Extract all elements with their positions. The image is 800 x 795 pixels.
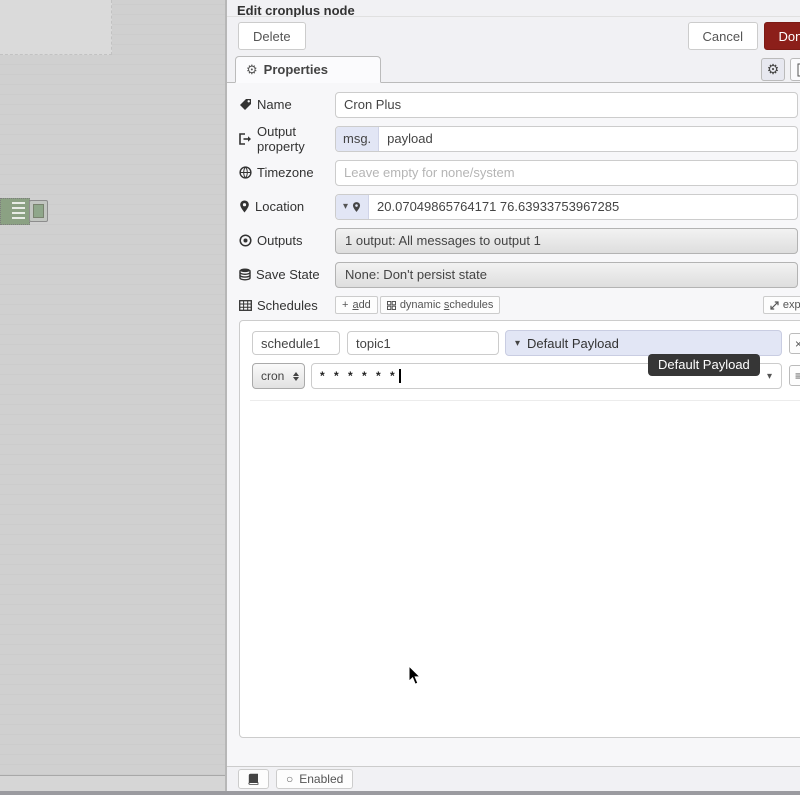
node-help-button[interactable] (238, 769, 269, 789)
schedule-row-separator (250, 400, 800, 401)
delete-button[interactable]: Delete (238, 22, 306, 50)
node-settings-button[interactable]: ⚙ (761, 58, 785, 81)
chevron-down-icon[interactable]: ▾ (762, 371, 777, 382)
document-icon (797, 63, 800, 77)
schedule-type-select[interactable]: cron (252, 363, 305, 389)
sort-handle-button[interactable]: ≡ (789, 365, 800, 386)
book-icon (248, 773, 259, 785)
name-label: Name (239, 97, 335, 112)
location-row: Location ▾ (239, 194, 798, 219)
expand-button[interactable]: expand (763, 296, 800, 314)
location-input[interactable] (369, 195, 797, 219)
typed-input-type-button[interactable]: msg. (336, 127, 379, 151)
schedule-type-value: cron (261, 369, 284, 383)
map-marker-icon (239, 200, 250, 213)
outputs-label: Outputs (239, 233, 335, 248)
map-marker-icon (352, 201, 361, 213)
timezone-input[interactable] (336, 161, 797, 185)
mouse-cursor (408, 666, 422, 686)
add-schedule-button[interactable]: + add (335, 296, 378, 314)
close-icon: × (795, 337, 800, 351)
name-row: Name (239, 92, 798, 117)
sign-out-icon (239, 133, 252, 145)
msg-prefix: msg. (343, 131, 371, 146)
dynamic-schedules-button[interactable]: dynamic schedules (380, 296, 501, 314)
toggle-circle-icon: ○ (286, 772, 293, 786)
tab-properties-label: Properties (264, 62, 328, 77)
output-property-input[interactable] (379, 127, 797, 151)
outputs-row: Outputs 1 output: All messages to output… (239, 228, 798, 253)
enabled-toggle-button[interactable]: ○ Enabled (276, 769, 353, 789)
name-field (335, 92, 798, 118)
timezone-field (335, 160, 798, 186)
chevron-down-icon: ▾ (515, 338, 520, 349)
enabled-label: Enabled (299, 772, 343, 786)
schedules-container: ▾ Default Payload × cron * * * * * * ▾ ≡… (239, 320, 800, 738)
globe-icon (239, 166, 252, 179)
chevron-down-icon: ▾ (343, 201, 348, 212)
schedules-label: Schedules (239, 298, 335, 313)
plus-icon: + (342, 299, 348, 311)
dialog-header: Edit cronplus node (227, 0, 800, 17)
payload-tooltip: Default Payload (648, 354, 760, 376)
select-arrows-icon (293, 372, 299, 381)
tag-icon (239, 98, 252, 111)
tab-properties[interactable]: ⚙ Properties (235, 56, 381, 83)
window-bottom-edge (0, 791, 800, 795)
save-state-label: Save State (239, 267, 335, 282)
workspace-footer (0, 775, 225, 791)
timezone-row: Timezone (239, 160, 798, 185)
gear-icon: ⚙ (767, 61, 780, 78)
palette-panel (0, 0, 112, 55)
cancel-button[interactable]: Cancel (688, 22, 758, 50)
done-button[interactable]: Done (764, 22, 800, 50)
cronplus-node-button[interactable] (29, 200, 48, 222)
output-property-label: Output property (239, 124, 335, 154)
payload-type-value: Default Payload (527, 336, 619, 351)
output-property-row: Output property msg. (239, 126, 798, 151)
timezone-label: Timezone (239, 165, 335, 180)
name-input[interactable] (336, 93, 797, 117)
dialog-title: Edit cronplus node (237, 3, 355, 18)
outputs-select[interactable]: 1 output: All messages to output 1 (335, 228, 798, 254)
sort-icon: ≡ (795, 369, 800, 383)
schedule-topic-input[interactable] (347, 331, 499, 355)
dialog-toolbar: Delete Cancel Done (227, 17, 800, 56)
dynamic-label: dynamic schedules (400, 299, 494, 311)
location-field: ▾ (335, 194, 798, 220)
gear-icon: ⚙ (246, 62, 258, 78)
delete-schedule-button[interactable]: × (789, 333, 800, 354)
tab-bar: ⚙ Properties ⚙ (227, 56, 800, 83)
output-property-field: msg. (335, 126, 798, 152)
node-description-button[interactable] (790, 58, 800, 81)
expand-icon (770, 301, 779, 310)
cron-expression-value: * * * * * * (320, 371, 398, 381)
location-type-button[interactable]: ▾ (336, 195, 369, 219)
flow-workspace (0, 0, 225, 795)
location-label: Location (239, 199, 335, 214)
add-label: add (352, 299, 370, 311)
tab-tools: ⚙ (761, 58, 800, 81)
payload-type-select[interactable]: ▾ Default Payload (505, 330, 782, 356)
dialog-content: Name Output property msg. Timezo (227, 83, 800, 738)
cronplus-node[interactable] (0, 198, 30, 225)
database-icon (239, 268, 251, 281)
grid-icon (387, 301, 396, 310)
save-state-row: Save State None: Don't persist state (239, 262, 798, 287)
circle-dot-icon (239, 234, 252, 247)
schedules-header-row: Schedules + add dynamic schedules expand (239, 296, 798, 314)
text-cursor (399, 369, 401, 383)
dialog-footer: ○ Enabled (227, 766, 800, 791)
schedule-name-input[interactable] (252, 331, 340, 355)
table-icon (239, 300, 252, 311)
save-state-select[interactable]: None: Don't persist state (335, 262, 798, 288)
edit-dialog: Edit cronplus node Delete Cancel Done ⚙ … (225, 0, 800, 791)
